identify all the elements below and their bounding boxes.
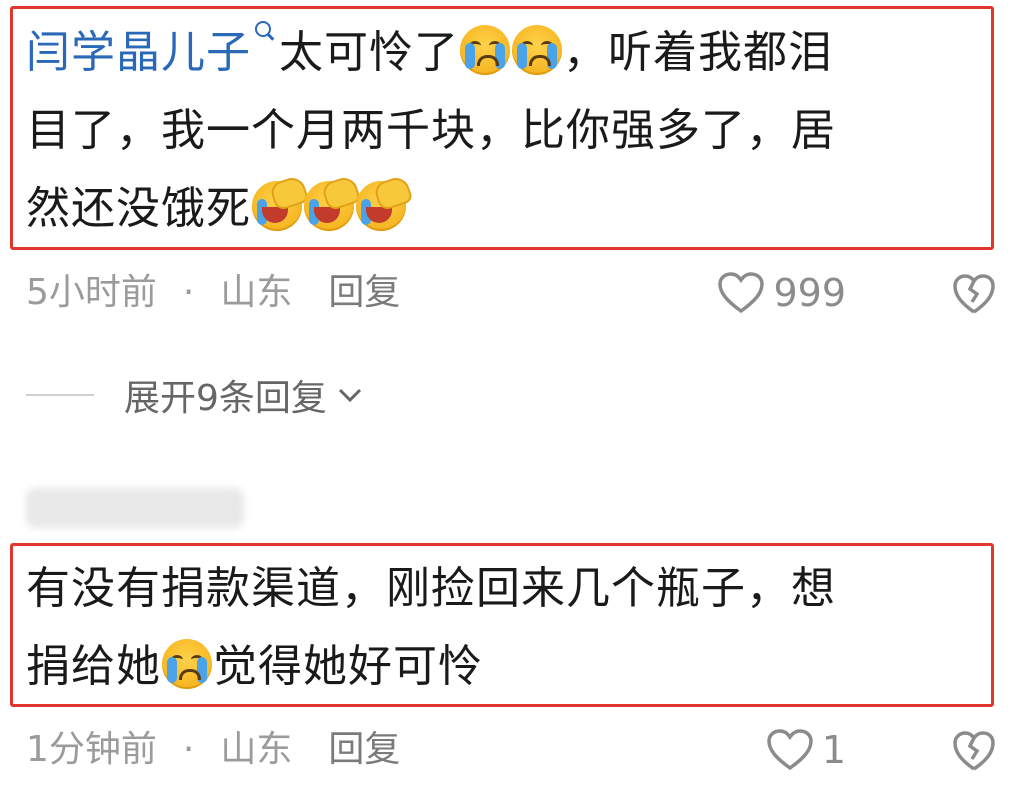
chevron-down-icon <box>338 388 361 403</box>
comment-text: 捐给她 <box>26 641 161 692</box>
comment-2-body: 有没有捐款渠道，刚捡回来几个瓶子，想 捐给她 觉得她好可怜 <box>26 550 986 706</box>
broken-heart-icon[interactable] <box>952 729 996 773</box>
like-button[interactable]: 999 <box>717 268 846 318</box>
heart-icon <box>718 272 765 314</box>
crying-emoji <box>460 25 510 75</box>
crying-emoji <box>162 639 212 689</box>
timestamp: 5小时前 <box>26 272 157 313</box>
broken-heart-icon[interactable] <box>952 272 996 316</box>
comment-1-body: 闫学晶儿子 太可怜了 ，听着我都泪 目了，我一个月两千块，比你强多了，居 然还没饿死 <box>26 14 986 248</box>
expand-replies-label: 展开9条回复 <box>124 378 327 419</box>
comment-text: ，听着我都泪 <box>563 27 833 78</box>
like-count: 1 <box>821 728 846 772</box>
comment-text: 觉得她好可怜 <box>213 641 483 692</box>
heart-icon <box>767 729 813 771</box>
laughing-crying-emoji <box>252 174 310 231</box>
comment-text: 目了，我一个月两千块，比你强多了，居 <box>26 105 836 156</box>
comment-text: 有没有捐款渠道，刚捡回来几个瓶子，想 <box>26 563 836 614</box>
comment-text: 然还没饿死 <box>26 183 251 234</box>
comment-text: 太可怜了 <box>279 27 459 78</box>
comment-2-meta: 1分钟前 · 山东 回复 1 <box>26 725 1006 775</box>
location: 山东 <box>220 272 293 313</box>
separator-dot: · <box>182 272 195 313</box>
comment-username[interactable]: 闫学晶儿子 <box>26 27 251 78</box>
like-button[interactable]: 1 <box>766 725 846 775</box>
separator-dot: · <box>182 729 195 770</box>
laughing-crying-emoji <box>304 174 362 231</box>
search-icon[interactable] <box>255 21 271 37</box>
timestamp: 1分钟前 <box>26 729 157 770</box>
divider-line <box>26 394 94 396</box>
reply-button[interactable]: 回复 <box>328 272 400 313</box>
comment-1-meta: 5小时前 · 山东 回复 999 <box>26 268 1006 318</box>
reply-button[interactable]: 回复 <box>328 729 400 770</box>
blurred-username <box>26 488 244 528</box>
location: 山东 <box>220 729 293 770</box>
expand-replies-button[interactable]: 展开9条回复 <box>26 368 363 422</box>
like-count: 999 <box>773 271 846 315</box>
crying-emoji <box>512 25 562 75</box>
laughing-crying-emoji <box>356 174 414 231</box>
